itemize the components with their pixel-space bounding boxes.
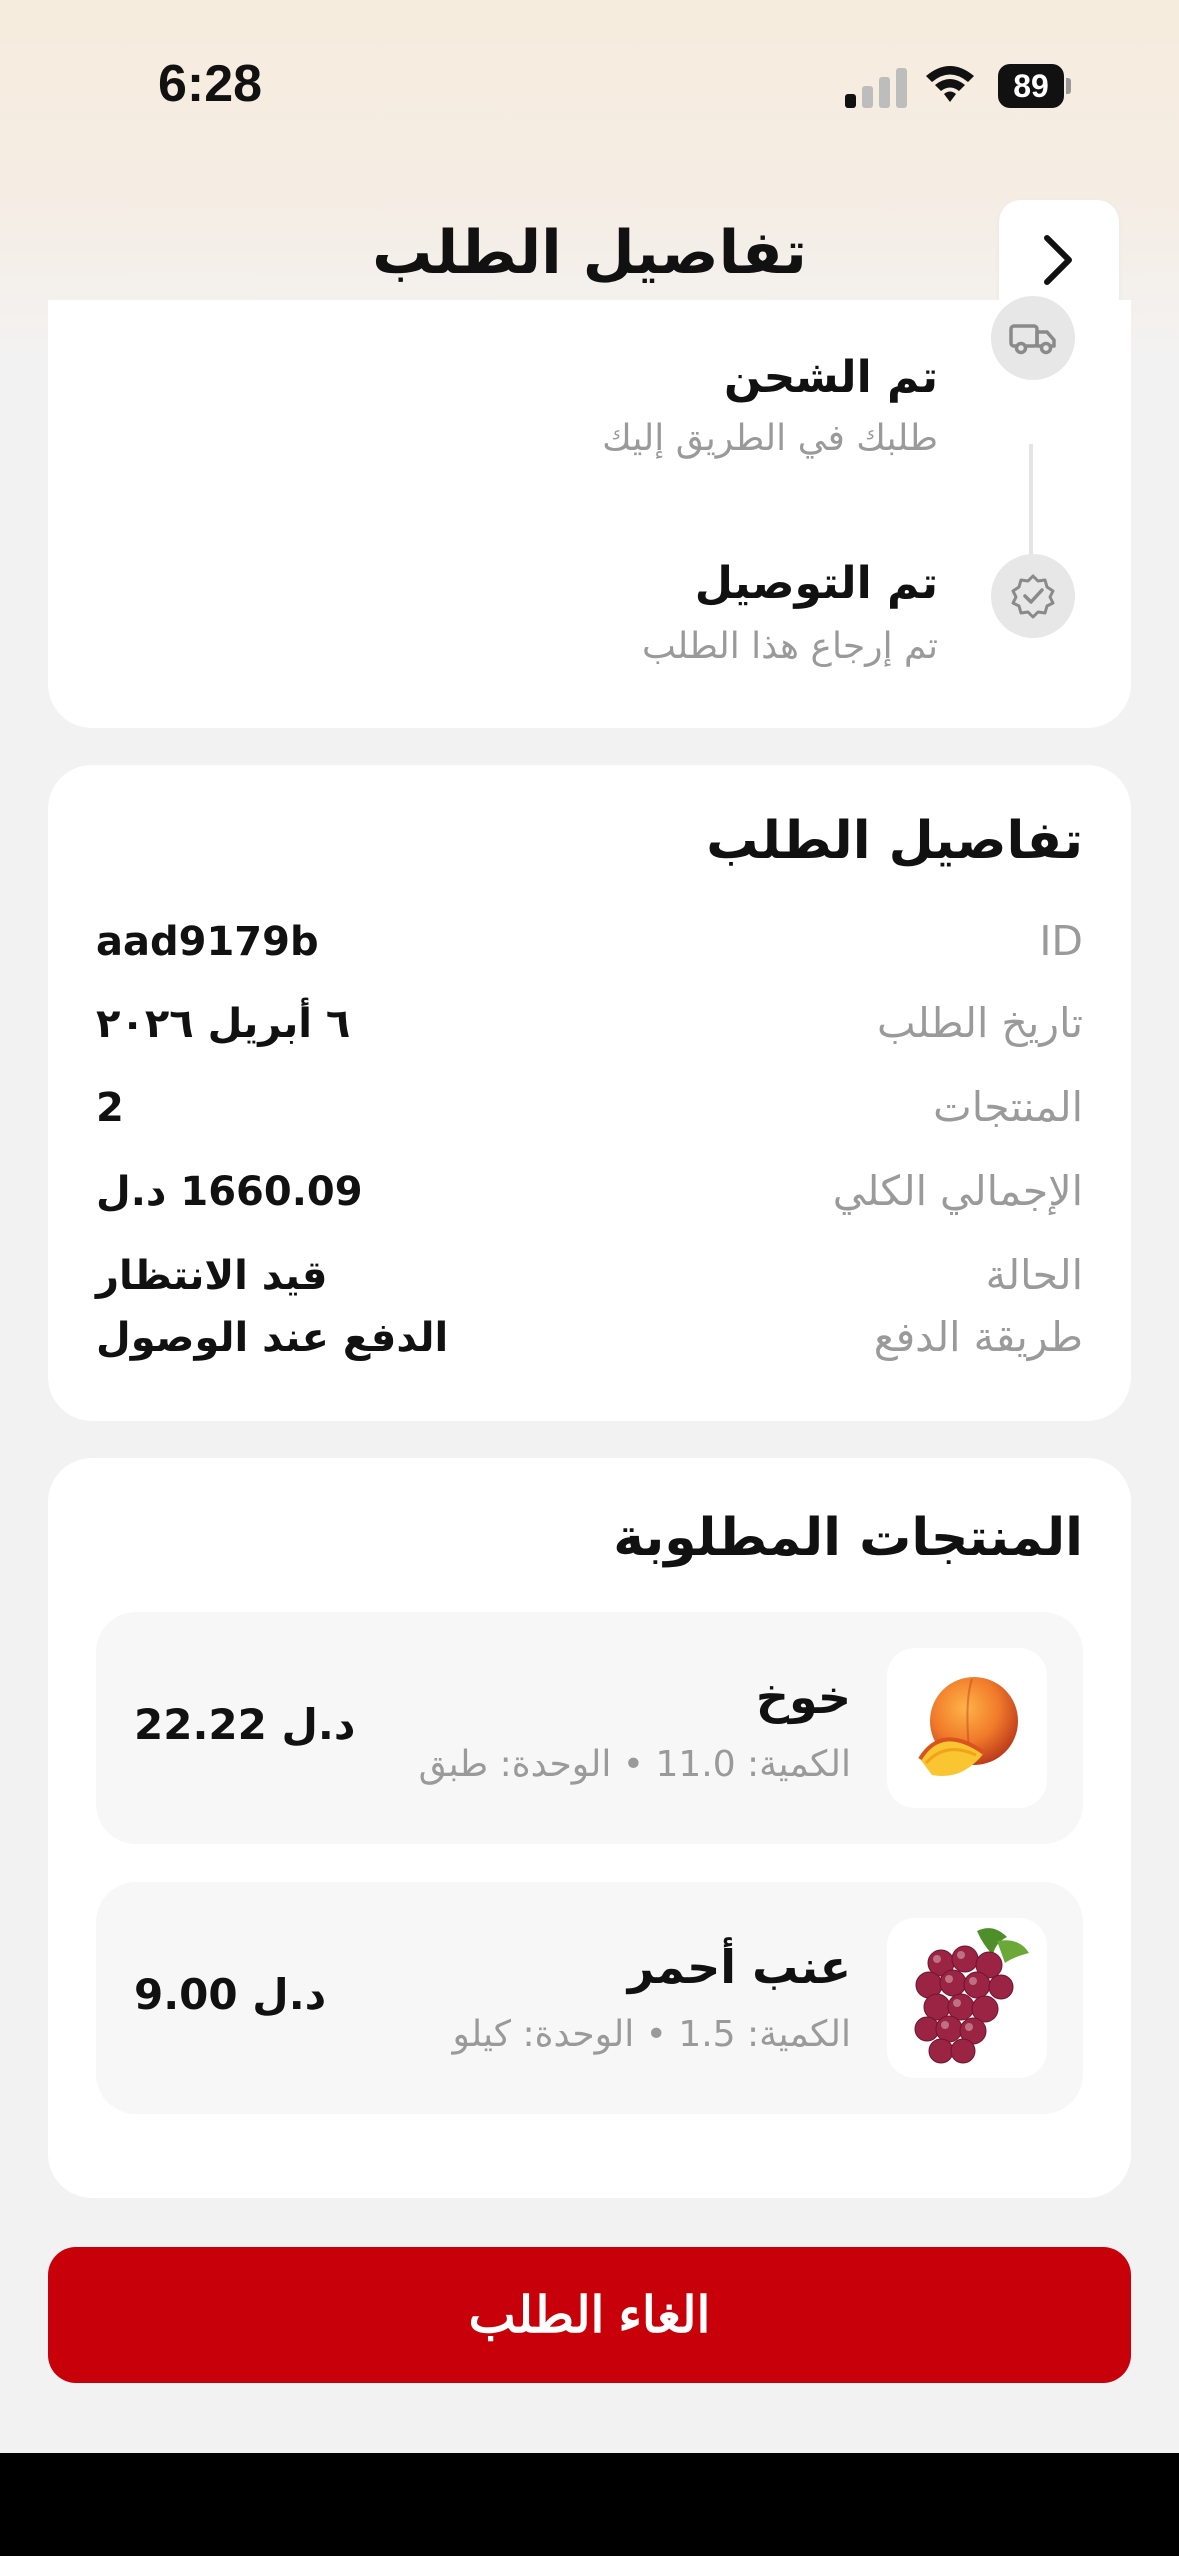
order-timeline-card: تم الشحن طلبك في الطريق إليك تم التوصيل …: [48, 296, 1131, 728]
product-price: 9.00 د.ل: [134, 1970, 327, 2019]
truck-icon: [991, 296, 1075, 380]
red-grapes-image: [887, 1918, 1047, 2078]
step-subtitle-shipped: طلبك في الطريق إليك: [602, 418, 938, 459]
detail-value-date: ٦ أبريل ٢٠٢٦: [96, 1001, 351, 1047]
home-indicator-area: [0, 2453, 1179, 2556]
step-subtitle-delivered: تم إرجاع هذا الطلب: [641, 626, 938, 667]
product-name: خوخ: [755, 1670, 851, 1724]
detail-value-id: aad9179b: [96, 919, 319, 965]
product-meta: الكمية: 11.0 • الوحدة: طبق: [418, 1744, 851, 1785]
battery-level: 89: [998, 64, 1064, 108]
product-item[interactable]: عنب أحمر الكمية: 1.5 • الوحدة: كيلو 9.00…: [96, 1882, 1083, 2114]
detail-label-products: المنتجات: [933, 1083, 1083, 1131]
timeline-connector: [1029, 444, 1033, 560]
ordered-products-title: المنتجات المطلوبة: [613, 1508, 1083, 1568]
detail-label-total: الإجمالي الكلي: [832, 1167, 1083, 1215]
detail-value-status: قيد الانتظار: [96, 1253, 328, 1299]
detail-label-payment: طريقة الدفع: [873, 1313, 1083, 1361]
ordered-products-card: المنتجات المطلوبة خوخ الكمية: 11.0 • الو: [48, 1458, 1131, 2198]
detail-value-payment: الدفع عند الوصول: [96, 1315, 449, 1361]
detail-label-date: تاريخ الطلب: [877, 999, 1083, 1047]
detail-label-id: ID: [1039, 917, 1083, 965]
detail-value-total: 1660.09 د.ل: [96, 1169, 363, 1215]
step-title-delivered: تم التوصيل: [694, 558, 938, 609]
battery-icon: 89: [998, 64, 1071, 108]
detail-label-status: الحالة: [985, 1251, 1083, 1299]
wifi-icon: [926, 66, 974, 102]
cancel-order-button[interactable]: الغاء الطلب: [48, 2247, 1131, 2383]
product-name: عنب أحمر: [627, 1940, 851, 1994]
peach-image: [887, 1648, 1047, 1808]
verified-badge-icon: [991, 554, 1075, 638]
detail-value-products: 2: [96, 1085, 124, 1131]
product-meta: الكمية: 1.5 • الوحدة: كيلو: [452, 2014, 851, 2055]
chevron-right-icon: [1044, 235, 1072, 285]
status-time: 6:28: [158, 55, 263, 113]
step-title-shipped: تم الشحن: [723, 352, 938, 403]
product-price: 22.22 د.ل: [134, 1700, 356, 1749]
order-details-title: تفاصيل الطلب: [706, 811, 1083, 871]
status-bar: 6:28 89: [0, 0, 1179, 175]
cellular-signal-icon: [845, 66, 907, 108]
order-details-card: تفاصيل الطلب ID aad9179b تاريخ الطلب ٦ أ…: [48, 765, 1131, 1421]
product-item[interactable]: خوخ الكمية: 11.0 • الوحدة: طبق 22.22 د.ل: [96, 1612, 1083, 1844]
